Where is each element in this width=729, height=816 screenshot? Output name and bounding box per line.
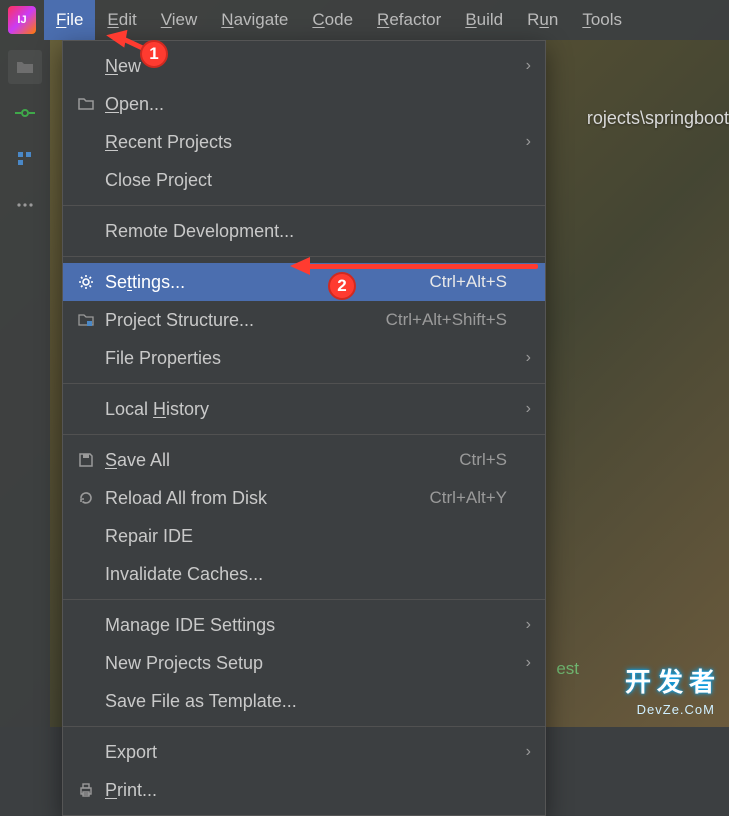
- menu-item-shortcut: Ctrl+Alt+S: [430, 272, 513, 292]
- menu-item-remote-dev[interactable]: Remote Development...: [63, 212, 545, 250]
- menu-separator: [63, 205, 545, 206]
- menu-item-close-project[interactable]: Close Project: [63, 161, 545, 199]
- gear-icon: [77, 273, 105, 291]
- menu-item-label: Remote Development...: [105, 221, 513, 242]
- menu-separator: [63, 383, 545, 384]
- file-menu-dropdown: New›Open...Recent Projects›Close Project…: [62, 40, 546, 816]
- menu-item-print[interactable]: Print...: [63, 771, 545, 809]
- menu-item-export[interactable]: Export›: [63, 733, 545, 771]
- menu-item-label: Print...: [105, 780, 513, 801]
- print-icon: [77, 781, 105, 799]
- menu-item-label: Save File as Template...: [105, 691, 513, 712]
- breadcrumb-path: rojects\springboot: [587, 108, 729, 129]
- hint-text: est: [556, 659, 579, 679]
- menu-item-recent-projects[interactable]: Recent Projects›: [63, 123, 545, 161]
- menu-item-manage-ide-settings[interactable]: Manage IDE Settings›: [63, 606, 545, 644]
- menu-item-file-properties[interactable]: File Properties›: [63, 339, 545, 377]
- intellij-logo-icon: IJ: [8, 6, 36, 34]
- menu-item-save-as-template[interactable]: Save File as Template...: [63, 682, 545, 720]
- menu-item-label: Manage IDE Settings: [105, 615, 513, 636]
- menu-item-label: New Projects Setup: [105, 653, 513, 674]
- chevron-right-icon: ›: [513, 654, 531, 672]
- menu-item-invalidate-caches[interactable]: Invalidate Caches...: [63, 555, 545, 593]
- menu-item-label: Save All: [105, 450, 459, 471]
- menu-item-local-history[interactable]: Local History›: [63, 390, 545, 428]
- menu-run[interactable]: Run: [515, 0, 570, 40]
- chevron-right-icon: ›: [513, 400, 531, 418]
- menu-refactor[interactable]: Refactor: [365, 0, 453, 40]
- menu-file[interactable]: File: [44, 0, 95, 40]
- menu-item-label: Close Project: [105, 170, 513, 191]
- menu-item-new[interactable]: New›: [63, 47, 545, 85]
- watermark-main: 开发者: [625, 662, 721, 699]
- menu-item-label: Recent Projects: [105, 132, 513, 153]
- chevron-right-icon: ›: [513, 133, 531, 151]
- menu-separator: [63, 599, 545, 600]
- chevron-right-icon: ›: [513, 349, 531, 367]
- project-tool-icon[interactable]: [8, 50, 42, 84]
- menu-bar: FileEditViewNavigateCodeRefactorBuildRun…: [44, 0, 634, 40]
- menu-item-project-structure[interactable]: Project Structure...Ctrl+Alt+Shift+S: [63, 301, 545, 339]
- chevron-right-icon: ›: [513, 616, 531, 634]
- annotation-badge-2: 2: [328, 272, 356, 300]
- chevron-right-icon: ›: [513, 57, 531, 75]
- menu-item-label: Settings...: [105, 272, 430, 293]
- annotation-badge-1: 1: [140, 40, 168, 68]
- reload-icon: [77, 489, 105, 507]
- app-logo: IJ: [4, 2, 40, 38]
- watermark-sub: DevZe.CoM: [637, 702, 715, 717]
- menu-item-label: Project Structure...: [105, 310, 386, 331]
- menu-item-label: Repair IDE: [105, 526, 513, 547]
- menu-code[interactable]: Code: [300, 0, 365, 40]
- menu-item-label: File Properties: [105, 348, 513, 369]
- folder-icon: [77, 95, 105, 113]
- menu-item-repair-ide[interactable]: Repair IDE: [63, 517, 545, 555]
- menu-item-label: Local History: [105, 399, 513, 420]
- menu-item-reload-disk[interactable]: Reload All from DiskCtrl+Alt+Y: [63, 479, 545, 517]
- menu-item-label: Invalidate Caches...: [105, 564, 513, 585]
- menu-item-shortcut: Ctrl+Alt+Y: [430, 488, 513, 508]
- menu-item-shortcut: Ctrl+Alt+Shift+S: [386, 310, 513, 330]
- menu-item-save-all[interactable]: Save AllCtrl+S: [63, 441, 545, 479]
- save-icon: [77, 451, 105, 469]
- menu-tools[interactable]: Tools: [570, 0, 634, 40]
- menu-item-label: Open...: [105, 94, 513, 115]
- menu-separator: [63, 434, 545, 435]
- menu-item-new-projects-setup[interactable]: New Projects Setup›: [63, 644, 545, 682]
- menu-build[interactable]: Build: [453, 0, 515, 40]
- menu-item-label: Reload All from Disk: [105, 488, 430, 509]
- more-tool-icon[interactable]: [8, 188, 42, 222]
- menu-navigate[interactable]: Navigate: [209, 0, 300, 40]
- menu-view[interactable]: View: [149, 0, 210, 40]
- menu-item-label: Export: [105, 742, 513, 763]
- left-tool-rail: [0, 40, 50, 727]
- chevron-right-icon: ›: [513, 743, 531, 761]
- structure-tool-icon[interactable]: [8, 142, 42, 176]
- menu-item-shortcut: Ctrl+S: [459, 450, 513, 470]
- proj-struct-icon: [77, 311, 105, 329]
- menu-item-open[interactable]: Open...: [63, 85, 545, 123]
- commit-tool-icon[interactable]: [8, 96, 42, 130]
